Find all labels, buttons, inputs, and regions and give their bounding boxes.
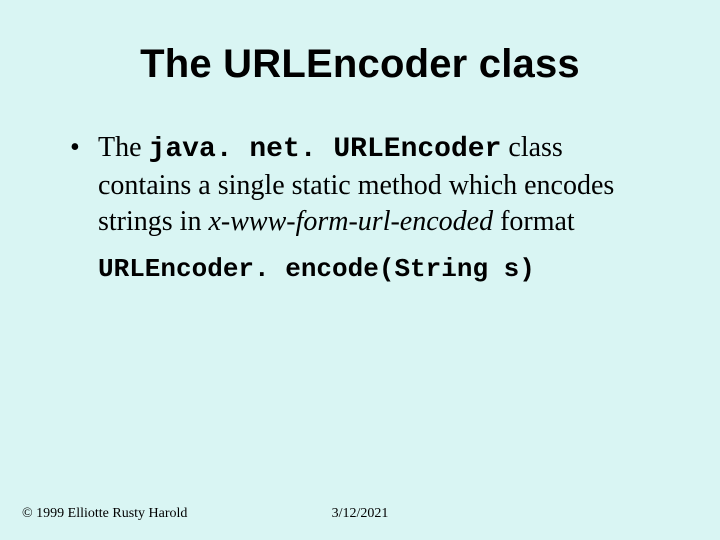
- bullet-text-pre: The: [98, 132, 149, 163]
- slide-body: • The java. net. URLEncoder class contai…: [70, 130, 660, 284]
- footer-date: 3/12/2021: [0, 506, 720, 522]
- bullet-text: The java. net. URLEncoder class contains…: [98, 130, 660, 240]
- bullet-code: java. net. URLEncoder: [149, 134, 502, 165]
- bullet-text-post: format: [493, 206, 575, 237]
- bullet-marker: •: [70, 130, 98, 166]
- slide-title: The URLEncoder class: [0, 42, 720, 87]
- bullet-italic: x-www-form-url-encoded: [208, 206, 493, 237]
- slide: The URLEncoder class • The java. net. UR…: [0, 0, 720, 540]
- bullet-item: • The java. net. URLEncoder class contai…: [70, 130, 660, 240]
- code-line: URLEncoder. encode(String s): [98, 254, 660, 284]
